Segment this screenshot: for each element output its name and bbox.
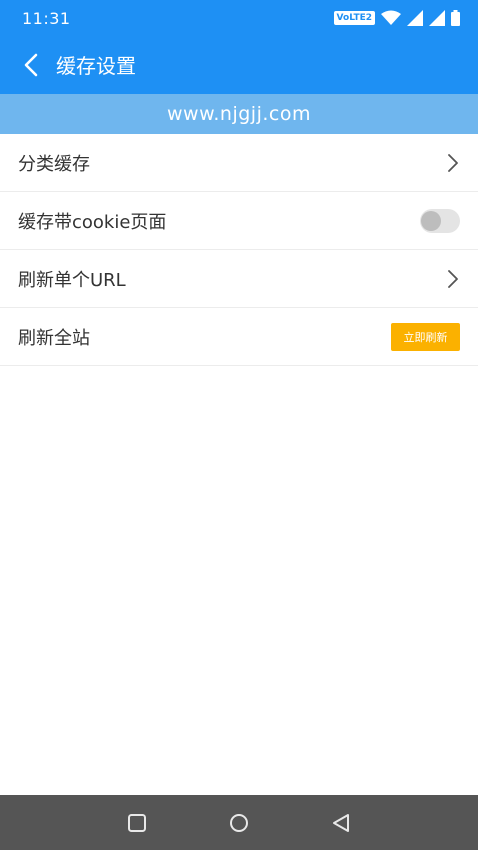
settings-item-refresh-single-url[interactable]: 刷新单个URL: [0, 250, 478, 308]
settings-item-label: 分类缓存: [18, 153, 90, 175]
settings-item-refresh-whole-site: 刷新全站 立即刷新: [0, 308, 478, 366]
toggle-knob: [421, 210, 441, 231]
nav-back-button[interactable]: [329, 811, 353, 835]
app-header: 11:31 VoLTE2 缓存设置: [0, 0, 478, 94]
back-button[interactable]: [14, 48, 48, 82]
recents-button[interactable]: [125, 811, 149, 835]
settings-item-label: 缓存带cookie页面: [18, 211, 167, 233]
settings-list: 分类缓存 缓存带cookie页面 刷新单个URL 刷新全站 立即刷新: [0, 134, 478, 366]
settings-item-label: 刷新单个URL: [18, 269, 126, 291]
status-time: 11:31: [22, 9, 71, 28]
back-icon: [333, 813, 349, 832]
refresh-now-button[interactable]: 立即刷新: [391, 322, 460, 351]
settings-item-cache-cookie-pages: 缓存带cookie页面: [0, 192, 478, 250]
system-nav-bar: [0, 795, 478, 850]
home-button[interactable]: [227, 811, 251, 835]
wifi-icon: [381, 10, 401, 25]
watermark-banner: www.njgjj.com: [0, 94, 478, 134]
battery-icon: [451, 10, 460, 26]
chevron-right-icon: [446, 153, 460, 173]
volte-badge: VoLTE2: [333, 11, 375, 25]
screen: 11:31 VoLTE2 缓存设置 www.njgjj.com 分类缓存 缓存带…: [0, 0, 478, 850]
home-icon: [230, 813, 248, 832]
status-icons: VoLTE2: [333, 8, 460, 28]
signal-icon: [429, 10, 445, 26]
cache-cookie-toggle[interactable]: [420, 208, 460, 233]
page-title: 缓存设置: [56, 54, 136, 78]
chevron-right-icon: [446, 269, 460, 289]
recents-icon: [128, 813, 146, 832]
banner-text: www.njgjj.com: [167, 103, 311, 125]
settings-item-category-cache[interactable]: 分类缓存: [0, 134, 478, 192]
chevron-left-icon: [24, 53, 38, 77]
settings-item-label: 刷新全站: [18, 327, 90, 349]
signal-icon: [407, 10, 423, 26]
